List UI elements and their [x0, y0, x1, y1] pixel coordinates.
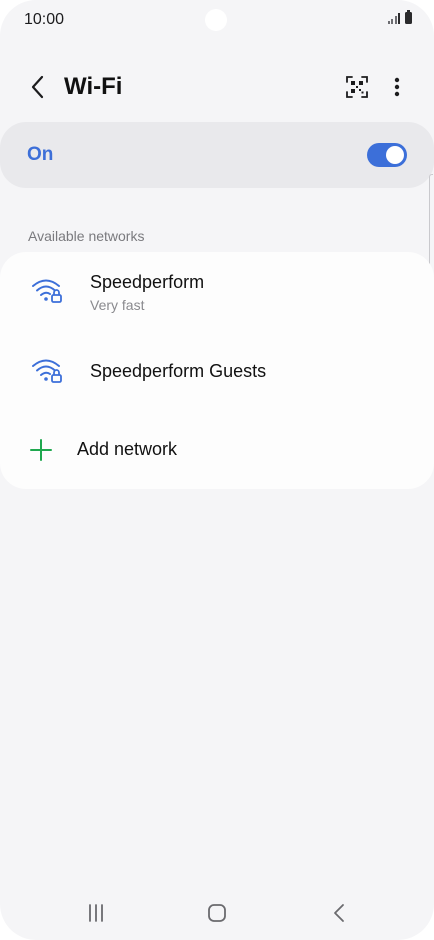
back-button[interactable] — [22, 72, 52, 102]
signal-icon — [387, 12, 400, 24]
recent-apps-icon — [89, 904, 103, 922]
phone-screen: 10:00 Wi-Fi On Available networks Speedp… — [0, 0, 434, 940]
chevron-left-icon — [31, 75, 44, 99]
home-icon — [208, 904, 226, 922]
qr-scan-button[interactable] — [342, 72, 372, 102]
network-item-speedperform[interactable]: Speedperform Very fast — [0, 252, 434, 332]
back-icon — [334, 904, 344, 922]
add-network-label: Add network — [77, 439, 178, 459]
back-nav-button[interactable] — [319, 900, 359, 926]
network-name: Speedperform — [90, 272, 205, 292]
status-time: 10:00 — [24, 11, 65, 28]
home-button[interactable] — [197, 900, 237, 926]
network-item-speedperform-guests[interactable]: Speedperform Guests — [0, 336, 434, 406]
network-name: Speedperform Guests — [90, 361, 267, 381]
add-network-button[interactable]: Add network — [0, 420, 434, 480]
status-icons — [387, 10, 412, 24]
wifi-toggle-switch[interactable] — [367, 143, 407, 167]
plus-icon — [30, 439, 52, 461]
wifi-lock-icon — [32, 279, 62, 303]
page-title: Wi-Fi — [64, 73, 123, 100]
more-vertical-icon — [394, 77, 400, 97]
network-speed-label: Very fast — [90, 297, 145, 313]
more-options-button[interactable] — [385, 72, 409, 102]
available-networks-heading: Available networks — [28, 228, 145, 244]
recent-apps-button[interactable] — [76, 900, 116, 926]
toggle-knob — [386, 146, 404, 164]
wifi-state-label: On — [27, 144, 54, 165]
networks-list: Speedperform Very fast Speedperform Gues… — [0, 252, 434, 489]
wifi-master-switch-row[interactable]: On — [0, 122, 434, 188]
front-camera-cutout — [205, 9, 227, 31]
qr-code-icon — [346, 76, 368, 98]
navigation-bar — [0, 890, 434, 936]
wifi-lock-icon — [32, 359, 62, 383]
battery-icon — [405, 10, 412, 24]
